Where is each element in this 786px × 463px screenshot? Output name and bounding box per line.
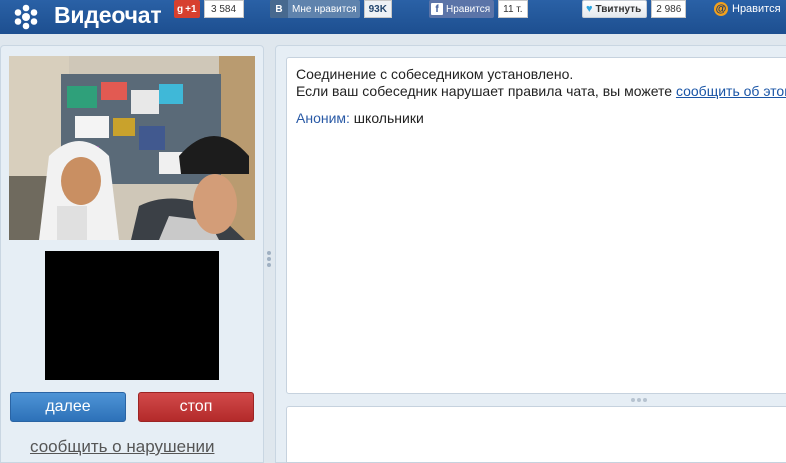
twitter-bird-icon: ♥ [586, 3, 593, 15]
message-input[interactable] [286, 406, 786, 463]
message-text: школьники [349, 110, 424, 126]
dots-flower-icon[interactable] [8, 2, 44, 32]
tweet-button[interactable]: ♥ Твитнуть [582, 0, 648, 18]
self-video [45, 251, 219, 380]
gplus-icon: g [177, 3, 184, 15]
mailru-like-button[interactable]: @ Нравится [710, 0, 785, 18]
gplus-label: +1 [185, 3, 197, 15]
horizontal-splitter-handle[interactable] [631, 398, 649, 402]
report-link[interactable]: сообщить об этом [676, 83, 786, 99]
vk-count: 93K [363, 0, 392, 18]
system-message-rules-text: Если ваш собеседник нарушает правила чат… [296, 83, 676, 99]
mailru-share: @ Нравится [710, 0, 785, 18]
site-header: Видеочат g +1 3 584 В Мне нравится 93K f… [0, 0, 786, 34]
gplus-share: g +1 3 584 [174, 0, 244, 18]
report-violation-link[interactable]: сообщить о нарушении [30, 437, 214, 457]
vertical-splitter-handle[interactable] [266, 250, 272, 270]
site-logo-text[interactable]: Видеочат [54, 0, 162, 30]
next-button[interactable]: далее [10, 392, 126, 422]
partner-video-frame [9, 56, 255, 240]
system-message-rules: Если ваш собеседник нарушает правила чат… [296, 83, 786, 100]
tweet-count: 2 986 [651, 0, 687, 18]
stop-button[interactable]: стоп [138, 392, 254, 422]
facebook-icon: f [431, 3, 443, 15]
fb-count: 11 т. [498, 0, 528, 18]
vk-icon: В [270, 0, 288, 18]
fb-share: f Нравится 11 т. [429, 0, 528, 18]
vk-share: В Мне нравится 93K [270, 0, 392, 18]
vk-like-button[interactable]: В Мне нравится [270, 0, 360, 18]
mailru-at-icon: @ [714, 2, 728, 16]
message-author: Аноним: [296, 110, 350, 126]
partner-video [9, 56, 255, 240]
fb-like-button[interactable]: f Нравится [429, 0, 495, 18]
vk-label: Мне нравится [292, 3, 357, 15]
fb-label: Нравится [446, 3, 491, 15]
chat-log: Соединение с собеседником установлено. Е… [286, 57, 786, 394]
gplus-count: 3 584 [203, 0, 244, 18]
system-message-connected: Соединение с собеседником установлено. [296, 66, 574, 82]
chat-message: Аноним: школьники [296, 110, 786, 127]
twitter-share: ♥ Твитнуть 2 986 [582, 0, 687, 18]
mailru-label: Нравится [732, 3, 781, 15]
gplus-button[interactable]: g +1 [174, 0, 200, 18]
tweet-label: Твитнуть [595, 3, 642, 15]
